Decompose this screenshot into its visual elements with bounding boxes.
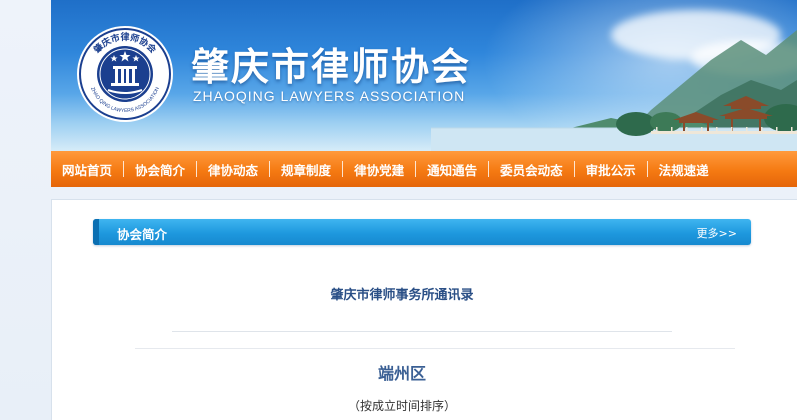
nav-item-party-building[interactable]: 律协党建 <box>343 160 415 179</box>
nav-item-news[interactable]: 律协动态 <box>197 160 269 179</box>
section-header-bar: 协会简介 更多>> <box>93 219 751 245</box>
article-title: 肇庆市律师事务所通讯录 <box>330 288 474 303</box>
association-emblem-icon: 肇庆市律师协会 ZHAO QING LAWYERS ASSOCIATION <box>75 24 175 124</box>
content-panel: 协会简介 更多>> 肇庆市律师事务所通讯录 端州区 （按成立时间排序） <box>51 199 797 420</box>
nav-item-law-express[interactable]: 法规速递 <box>648 160 720 179</box>
header-banner: 肇庆市律师协会 ZHAO QING LAWYERS ASSOCIATION 肇庆… <box>51 0 797 151</box>
divider <box>135 348 735 349</box>
nav-item-about[interactable]: 协会简介 <box>124 160 196 179</box>
more-link[interactable]: 更多>> <box>697 225 737 241</box>
district-heading: 端州区 <box>377 364 426 383</box>
nav-item-committee-news[interactable]: 委员会动态 <box>489 160 574 179</box>
order-note: （按成立时间排序） <box>347 399 456 413</box>
site-subtitle: ZHAOQING LAWYERS ASSOCIATION <box>193 88 466 104</box>
divider <box>172 331 672 332</box>
nav-item-home[interactable]: 网站首页 <box>51 160 123 179</box>
nav-item-approval-notice[interactable]: 审批公示 <box>575 160 647 179</box>
main-nav: 网站首页 协会简介 律协动态 规章制度 律协党建 通知通告 委员会动态 审批公示… <box>51 151 797 187</box>
nav-item-notices[interactable]: 通知通告 <box>416 160 488 179</box>
section-title: 协会简介 <box>117 227 168 242</box>
page: 肇庆市律师协会 ZHAO QING LAWYERS ASSOCIATION 肇庆… <box>0 0 797 420</box>
site-title: 肇庆市律师协会 <box>191 45 472 89</box>
nav-item-regulations[interactable]: 规章制度 <box>270 160 342 179</box>
